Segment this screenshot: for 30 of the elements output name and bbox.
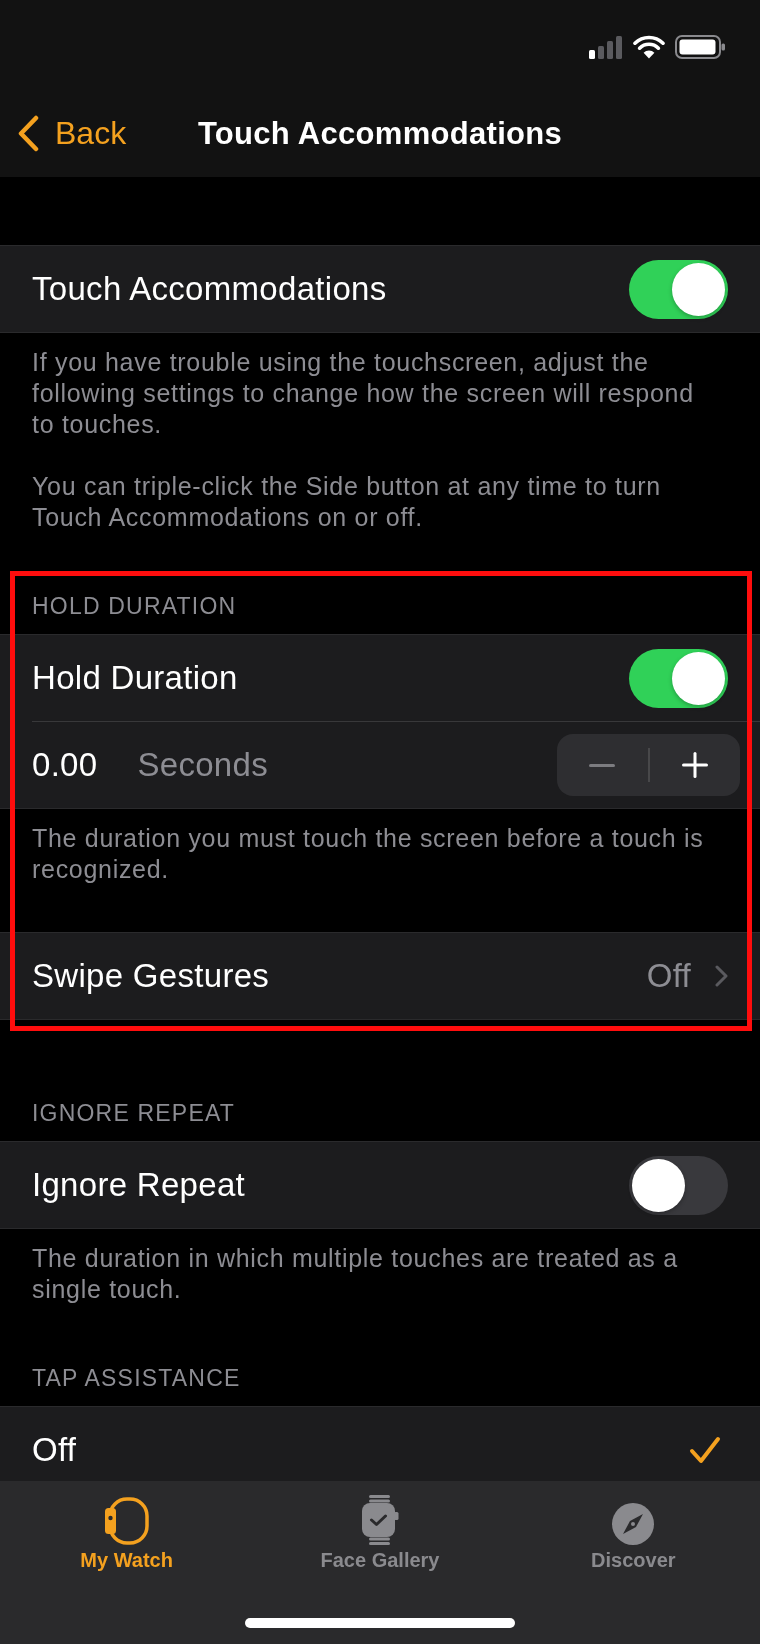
chevron-left-icon <box>17 115 39 152</box>
section-header: TAP ASSISTANCE <box>31 1364 242 1393</box>
row-label: Off <box>32 1431 77 1469</box>
stepper-value: 0.00 <box>32 746 98 784</box>
row-label: Swipe Gestures <box>32 957 270 995</box>
row-label: Ignore Repeat <box>32 1166 246 1204</box>
wifi-icon <box>633 35 665 59</box>
minus-icon <box>589 763 616 767</box>
signal-icon <box>589 36 623 59</box>
tab-item[interactable]: Discover <box>591 1481 676 1581</box>
row-label: Hold Duration <box>32 659 238 697</box>
section-footer: The duration you must touch the screen before a touch is recognized. <box>32 823 714 885</box>
tab-item[interactable]: Face Gallery <box>320 1481 440 1581</box>
watch-check-icon <box>361 1495 399 1545</box>
battery-icon <box>675 35 725 59</box>
chevron-right-icon <box>715 965 728 987</box>
tab-item[interactable]: My Watch <box>80 1481 173 1581</box>
row-value: Off <box>646 957 691 995</box>
compass-icon <box>612 1503 655 1545</box>
section-header: HOLD DURATION <box>31 592 238 621</box>
section-footer: You can triple-click the Side button at any time to turn Touch Accommodations on or off. <box>32 471 714 533</box>
section-footer: If you have trouble using the touchscreen, adjust the following settings to change how the screen will respond to touches. <box>32 347 714 440</box>
stepper-unit: Seconds <box>137 746 268 784</box>
section-header: IGNORE REPEAT <box>31 1099 237 1128</box>
screen-title: Touch Accommodations <box>197 115 563 152</box>
plus-icon <box>681 752 708 778</box>
row-label: Touch Accommodations <box>32 270 387 308</box>
back-button[interactable]: Back <box>0 115 131 152</box>
section-footer: The duration in which multiple touches are treated as a single touch. <box>32 1243 714 1305</box>
watch-icon <box>103 1497 150 1545</box>
